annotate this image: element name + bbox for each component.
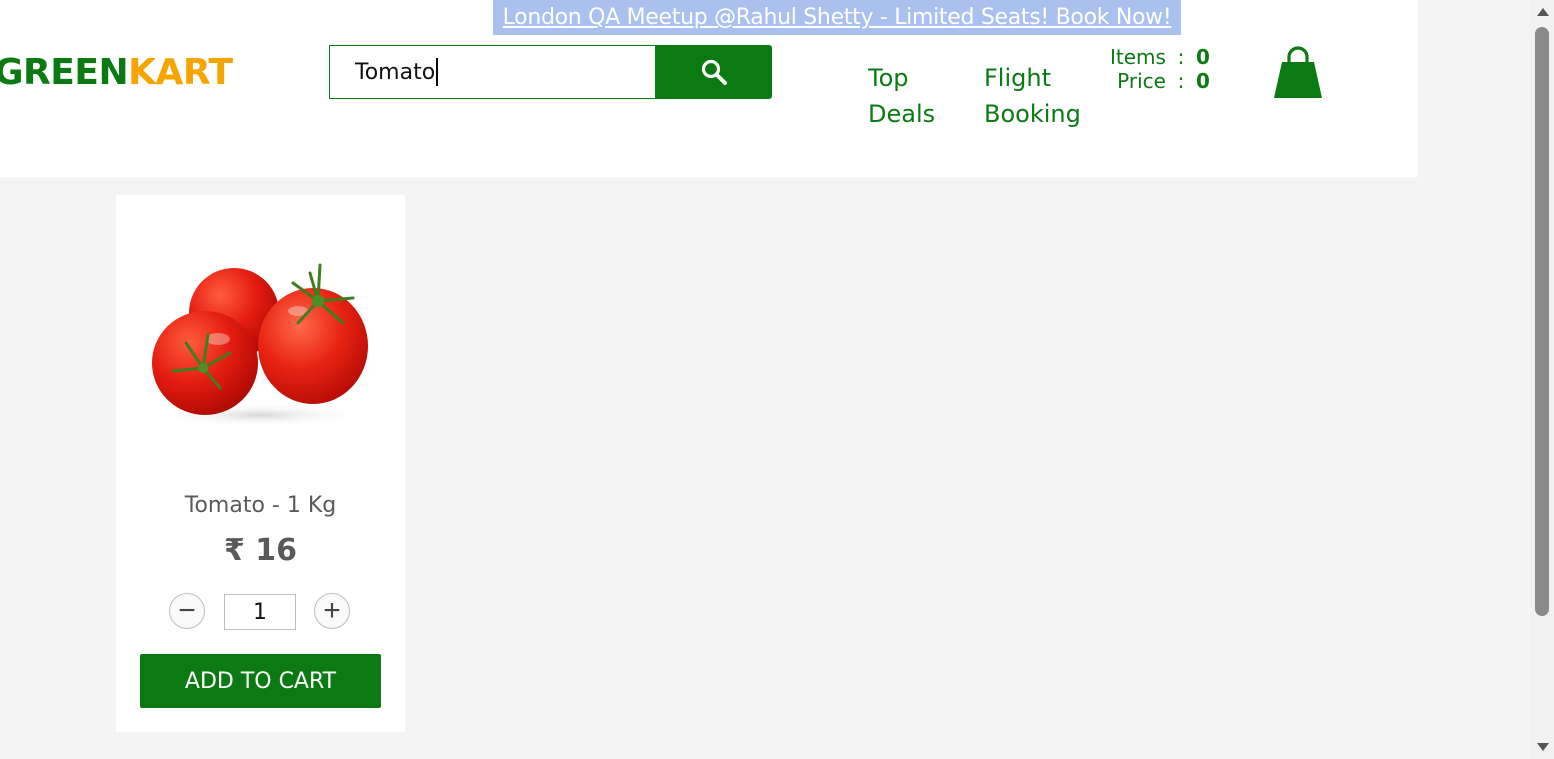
search-input[interactable]: Tomato [329, 45, 656, 99]
scroll-up-arrow-icon[interactable] [1537, 8, 1549, 16]
quantity-increment-button[interactable]: + [314, 593, 350, 629]
plus-icon: + [323, 594, 341, 627]
nav-link-flight-booking[interactable]: Flight Booking [984, 60, 1094, 132]
cart-price-value: 0 [1195, 69, 1210, 93]
brand-orange-text: KART [128, 52, 233, 93]
nav-link-top-deals[interactable]: Top Deals [868, 60, 948, 132]
cart-summary: Items : 0 Price : 0 [1110, 45, 1210, 93]
promo-banner: London QA Meetup @Rahul Shetty - Limited… [493, 0, 1181, 35]
scrollbar-thumb[interactable] [1535, 27, 1549, 616]
brand-logo: GREENKART [0, 52, 233, 93]
shopping-bag-icon [1274, 46, 1322, 98]
product-price: ₹ 16 [223, 533, 298, 568]
nav-flight-line1: Flight [984, 64, 1051, 92]
cart-items-count: 0 [1195, 45, 1210, 69]
product-name: Tomato - 1 Kg [184, 493, 337, 518]
cart-price-row: Price : 0 [1110, 69, 1210, 93]
product-card: Tomato - 1 Kg ₹ 16 − + ADD TO CART [116, 195, 405, 732]
scroll-down-arrow-icon[interactable] [1537, 743, 1549, 751]
search-input-value: Tomato [355, 59, 436, 85]
cart-price-label: Price [1117, 69, 1166, 93]
tomato-image [148, 253, 372, 433]
promo-link[interactable]: London QA Meetup @Rahul Shetty - Limited… [503, 5, 1172, 30]
quantity-input[interactable] [224, 594, 296, 630]
cart-button[interactable] [1273, 44, 1323, 105]
quantity-decrement-button[interactable]: − [169, 593, 205, 629]
brand-green-text: GREEN [0, 52, 129, 93]
nav-top-deals-line1: Top [868, 64, 909, 92]
header: London QA Meetup @Rahul Shetty - Limited… [0, 0, 1418, 177]
search-button[interactable] [656, 45, 772, 99]
cart-separator: : [1177, 45, 1185, 69]
cart-separator: : [1177, 69, 1185, 93]
cart-items-label: Items [1110, 45, 1166, 69]
text-caret [436, 58, 439, 86]
cart-items-row: Items : 0 [1110, 45, 1210, 69]
nav-flight-line2: Booking [984, 100, 1081, 128]
add-to-cart-button[interactable]: ADD TO CART [140, 654, 381, 708]
nav-top-deals-line2: Deals [868, 100, 936, 128]
search-icon [701, 59, 727, 85]
minus-icon: − [178, 594, 196, 627]
